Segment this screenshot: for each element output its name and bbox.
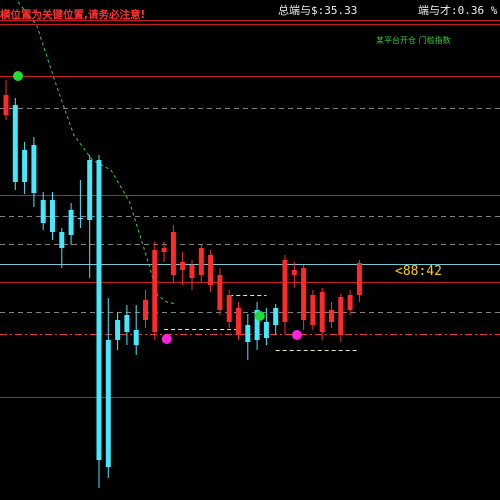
candle-body — [310, 295, 316, 325]
candle-body — [329, 310, 334, 322]
candle-body — [22, 150, 28, 182]
header-indicator-left: 总端与$:35.33 — [278, 3, 357, 17]
candle-body — [133, 330, 139, 345]
candle-body — [180, 262, 186, 270]
price-tag: <88:42 — [395, 264, 442, 279]
candle-body — [208, 255, 214, 285]
candle-body — [273, 308, 279, 325]
candle-body — [170, 232, 176, 275]
candle-body — [3, 95, 9, 115]
candle-body — [96, 160, 102, 460]
candle-body — [347, 295, 353, 310]
candle-body — [236, 308, 241, 335]
candle-body — [12, 105, 18, 182]
green-marker-dot — [254, 311, 265, 321]
magenta-marker-dot — [161, 334, 172, 344]
candle-body — [291, 270, 297, 275]
candle-body — [59, 232, 65, 248]
candle-body — [263, 322, 269, 338]
candlestick-chart: 横位置为关键位置,请务必注意! 总端与$:35.33 端与才:0.36 % 某平… — [0, 1, 500, 488]
candle-body — [105, 340, 111, 467]
candle-body — [338, 297, 344, 335]
markers — [13, 71, 302, 344]
candle-body — [245, 325, 251, 342]
candle-body — [282, 260, 288, 322]
candle-body — [68, 210, 74, 235]
candles — [3, 80, 362, 488]
candle-body — [217, 275, 223, 310]
candle-body — [301, 268, 307, 320]
header-small-label: 某平台开仓 门槛指数 — [376, 35, 451, 45]
header-indicator-right: 端与才:0.36 % — [418, 3, 498, 17]
candle-body — [40, 200, 46, 223]
candle-body — [50, 200, 55, 232]
candle-body — [356, 263, 362, 295]
candle-body — [124, 315, 130, 332]
candle-body — [115, 320, 121, 340]
candle-body — [31, 145, 37, 193]
candle-body — [226, 295, 232, 322]
green-marker-dot — [13, 71, 23, 81]
range-segments — [164, 295, 360, 351]
candle-body — [198, 248, 204, 275]
header-warning: 横位置为关键位置,请务必注意! — [0, 8, 145, 21]
candle-body — [152, 250, 158, 332]
candle-body — [161, 248, 167, 252]
candle-body — [319, 292, 325, 332]
candle-body — [77, 218, 83, 219]
candle-body — [189, 265, 195, 278]
candle-body — [143, 300, 148, 320]
candle-body — [87, 160, 93, 220]
magenta-marker-dot — [292, 330, 302, 340]
